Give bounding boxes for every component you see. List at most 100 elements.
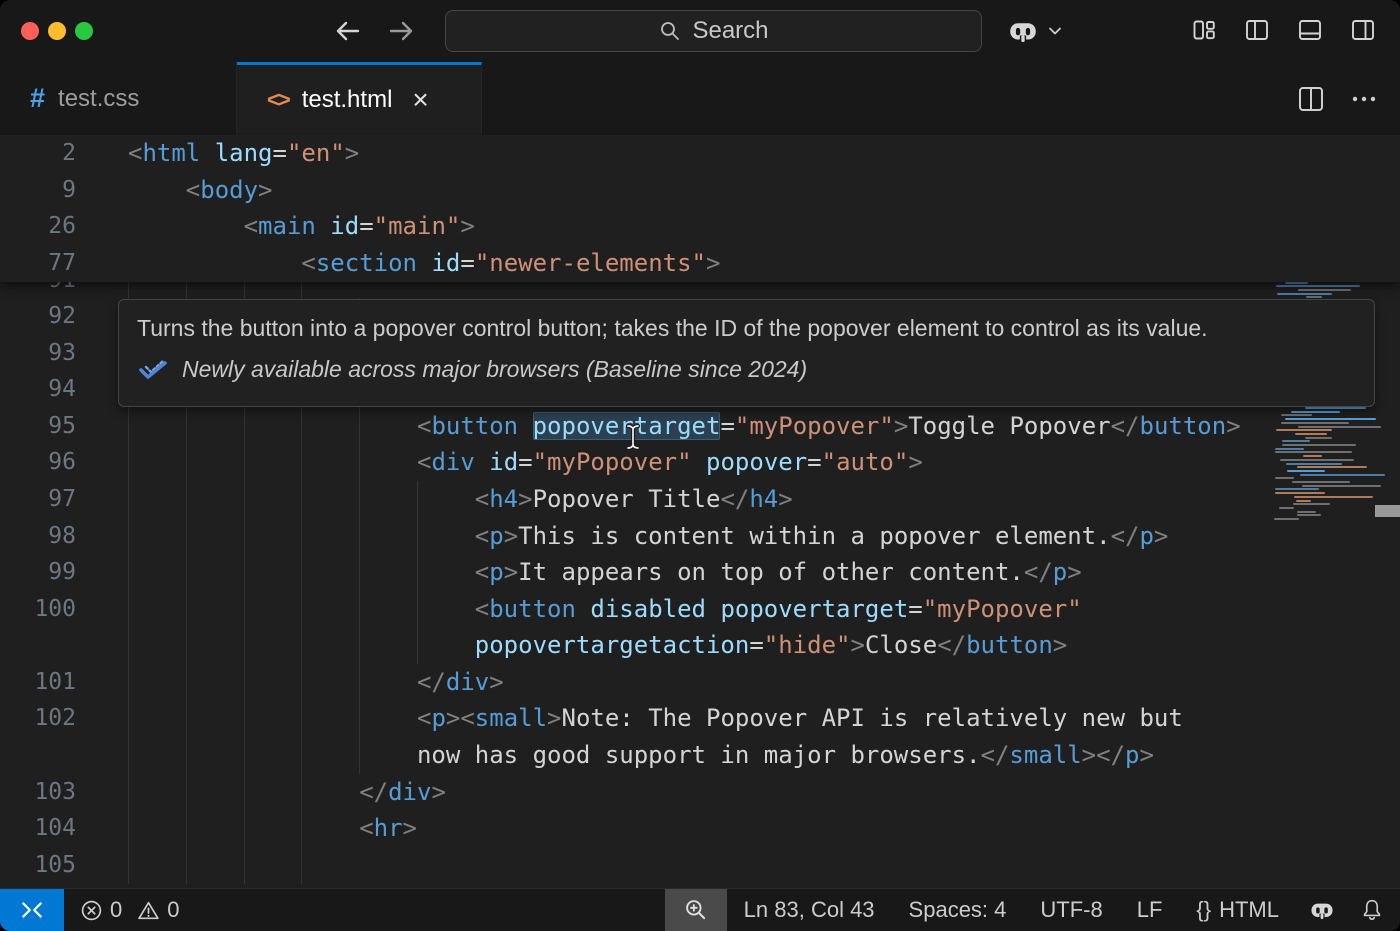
problems-indicator[interactable]: 0 0 — [80, 897, 188, 923]
minimap-line — [1282, 444, 1356, 446]
code-line[interactable]: 9<body> — [0, 172, 1272, 209]
toggle-secondary-sidebar-icon[interactable] — [1350, 17, 1376, 43]
braces-icon: {} — [1196, 897, 1211, 923]
code-line[interactable]: 26<main id="main"> — [0, 208, 1272, 245]
code-token: < — [460, 704, 474, 732]
indent-guide — [359, 664, 360, 701]
remote-indicator[interactable] — [0, 889, 64, 931]
close-window-button[interactable] — [21, 22, 39, 40]
more-actions-icon[interactable] — [1350, 85, 1378, 113]
title-bar: Search — [0, 0, 1400, 63]
indent-guide — [301, 481, 302, 518]
code-token: > — [850, 631, 864, 659]
line-number: 105 — [0, 847, 76, 884]
code-token: popovertargetaction — [475, 631, 750, 659]
indent-guide — [301, 444, 302, 481]
toggle-panel-icon[interactable] — [1297, 17, 1323, 43]
tab-test-css[interactable]: # test.css — [0, 62, 237, 135]
indent-guide — [301, 664, 302, 701]
code-token: "newer-elements" — [475, 249, 706, 277]
code-token — [316, 212, 330, 240]
code-token: = — [807, 448, 821, 476]
indent-guide — [244, 408, 245, 445]
code-line[interactable]: popovertargetaction="hide">Close</button… — [0, 627, 1272, 664]
code-line[interactable]: 105 — [0, 847, 1272, 884]
code-token: </ — [981, 741, 1010, 769]
code-token: > — [1139, 741, 1153, 769]
language-mode-status[interactable]: {} HTML — [1196, 897, 1279, 923]
vscode-window: Search — [0, 0, 1400, 931]
indent-guide — [128, 591, 129, 628]
tab-test-html[interactable]: <> test.html × — [237, 62, 482, 135]
minimize-window-button[interactable] — [48, 22, 66, 40]
copilot-menu-button[interactable] — [1006, 14, 1062, 48]
code-line[interactable]: 98<p>This is content within a popover el… — [0, 518, 1272, 555]
minimap-line — [1276, 429, 1332, 431]
code-token: < — [417, 704, 431, 732]
indent-guide — [359, 700, 360, 737]
editor-pane[interactable]: 9192939495<button popovertarget="myPopov… — [0, 135, 1400, 889]
cursor-position-status[interactable]: Ln 83, Col 43 — [744, 897, 875, 923]
forward-arrow-icon[interactable] — [386, 16, 416, 46]
zoom-status-button[interactable] — [665, 889, 727, 931]
code-line[interactable]: 99<p>It appears on top of other content.… — [0, 554, 1272, 591]
indent-guide — [244, 774, 245, 811]
code-token — [518, 412, 532, 440]
minimap-line — [1297, 514, 1321, 516]
sticky-scroll[interactable]: 2<html lang="en">9<body>26<main id="main… — [0, 135, 1400, 282]
indent-guide — [128, 554, 129, 591]
back-arrow-icon[interactable] — [333, 16, 363, 46]
indent-guide — [301, 408, 302, 445]
code-token: Popover Title — [533, 485, 721, 513]
code-line[interactable]: now has good support in major browsers.<… — [0, 737, 1272, 774]
code-token: > — [1082, 741, 1096, 769]
minimap-line — [1275, 488, 1319, 490]
split-editor-icon[interactable] — [1296, 84, 1326, 114]
line-number: 103 — [0, 774, 76, 811]
code-line[interactable]: 101</div> — [0, 664, 1272, 701]
indent-guide — [128, 737, 129, 774]
line-number: 9 — [0, 172, 76, 209]
maximize-window-button[interactable] — [75, 22, 93, 40]
code-token: > — [1154, 522, 1168, 550]
minimap-line — [1298, 426, 1381, 428]
code-line[interactable]: 103</div> — [0, 774, 1272, 811]
search-input[interactable]: Search — [445, 10, 982, 52]
code-token: p — [489, 558, 503, 586]
indent-guide — [359, 627, 360, 664]
code-line[interactable]: 102<p><small>Note: The Popover API is re… — [0, 700, 1272, 737]
minimap-line — [1296, 500, 1311, 502]
eol-status[interactable]: LF — [1137, 897, 1163, 923]
code-token: popover — [706, 448, 807, 476]
code-line[interactable]: 104<hr> — [0, 810, 1272, 847]
minimap-marker[interactable] — [1375, 505, 1400, 517]
indent-guide — [301, 700, 302, 737]
minimap-line — [1277, 293, 1332, 295]
encoding-status[interactable]: UTF-8 — [1040, 897, 1102, 923]
code-token: < — [128, 139, 142, 167]
code-token: It appears on top of other content. — [518, 558, 1024, 586]
indent-guide — [359, 518, 360, 555]
customize-layout-icon[interactable] — [1191, 17, 1217, 43]
indent-guide — [417, 591, 418, 628]
copilot-status-button[interactable] — [1308, 896, 1336, 924]
baseline-status-text: Newly available across major browsers (B… — [182, 356, 807, 383]
indentation-status[interactable]: Spaces: 4 — [909, 897, 1007, 923]
text-cursor-pointer — [625, 423, 641, 451]
code-line[interactable]: 2<html lang="en"> — [0, 135, 1272, 172]
code-token — [576, 595, 590, 623]
toggle-primary-sidebar-icon[interactable] — [1244, 17, 1270, 43]
code-token: "myPopover" — [533, 448, 692, 476]
code-token — [200, 139, 214, 167]
notifications-button[interactable] — [1360, 898, 1384, 922]
indent-guide — [301, 737, 302, 774]
code-line[interactable]: 97<h4>Popover Title</h4> — [0, 481, 1272, 518]
css-file-icon: # — [30, 83, 45, 114]
close-tab-icon[interactable]: × — [412, 86, 428, 114]
bell-icon — [1360, 898, 1384, 922]
code-line[interactable]: 77<section id="newer-elements"> — [0, 245, 1272, 282]
code-line[interactable]: 100<button disabled popovertarget="myPop… — [0, 591, 1272, 628]
indent-guide — [417, 627, 418, 664]
search-placeholder: Search — [692, 17, 768, 45]
indent-guide — [301, 554, 302, 591]
